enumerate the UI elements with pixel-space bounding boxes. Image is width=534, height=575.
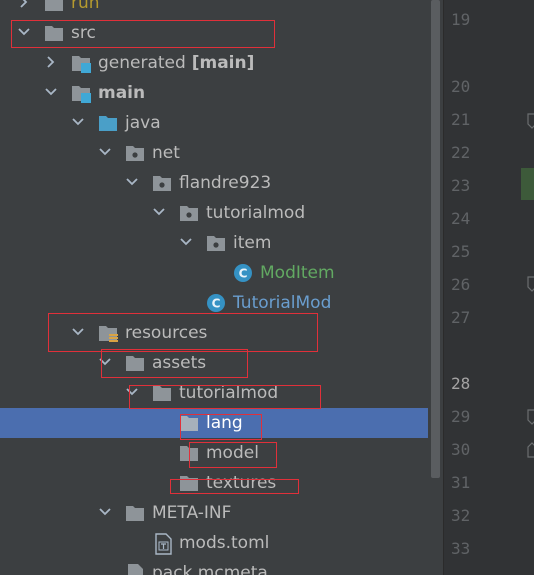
line-number: 23 <box>451 176 471 195</box>
folder-icon <box>152 383 172 403</box>
java-source-folder-icon <box>98 113 118 133</box>
line-number: 21 <box>451 110 471 129</box>
tree-label-pack-mcmeta: pack.mcmeta <box>152 563 268 575</box>
tree-row-model[interactable]: model <box>0 438 428 468</box>
tree-label-tutorialmod-class: TutorialMod <box>233 293 332 313</box>
tree-label-textures: textures <box>206 473 277 493</box>
line-number: 22 <box>451 143 471 162</box>
line-number: 29 <box>451 407 471 426</box>
resources-folder-icon <box>98 323 118 343</box>
tree-label-tutorialmod: tutorialmod <box>206 203 306 223</box>
package-icon <box>125 143 145 163</box>
class-icon: C <box>233 263 253 283</box>
chevron-down-icon[interactable] <box>124 378 142 408</box>
tree-row-java[interactable]: java <box>0 108 428 138</box>
tree-label-item: item <box>233 233 272 253</box>
tree-row-textures[interactable]: textures <box>0 468 428 498</box>
fold-icon[interactable] <box>527 276 534 297</box>
line-number: 32 <box>451 506 471 525</box>
project-tree: run src generated [main] main java net f… <box>0 0 428 575</box>
tree-label-net: net <box>152 143 180 163</box>
line-number: 31 <box>451 473 471 492</box>
chevron-down-icon[interactable] <box>70 318 88 348</box>
line-number: 25 <box>451 242 471 261</box>
folder-icon <box>125 503 145 523</box>
package-icon <box>179 203 199 223</box>
toml-file-icon <box>153 533 173 555</box>
tree-scrollbar-thumb[interactable] <box>431 0 440 478</box>
tree-row-net[interactable]: net <box>0 138 428 168</box>
chevron-down-icon[interactable] <box>97 138 115 168</box>
chevron-down-icon[interactable] <box>178 228 196 258</box>
class-badge-letter: C <box>212 297 221 311</box>
tree-label-moditem: ModItem <box>260 263 335 283</box>
folder-icon <box>179 473 199 493</box>
tree-row-tutorialmod-class[interactable]: C TutorialMod <box>0 288 428 318</box>
folder-icon <box>44 23 64 43</box>
fold-icon[interactable] <box>527 442 534 463</box>
chevron-right-icon[interactable] <box>16 0 34 18</box>
tree-row-src[interactable]: src <box>0 18 428 48</box>
tree-label-run: run <box>71 0 100 13</box>
module-folder-icon <box>71 83 91 103</box>
chevron-right-icon[interactable] <box>43 48 61 78</box>
tree-row-meta-inf[interactable]: META-INF <box>0 498 428 528</box>
tree-row-main[interactable]: main <box>0 78 428 108</box>
class-badge-letter: C <box>239 267 248 281</box>
tree-row-assets[interactable]: assets <box>0 348 428 378</box>
tree-label-generated: generated [main] <box>98 53 255 73</box>
tree-label-flandre923: flandre923 <box>179 173 272 193</box>
chevron-down-icon[interactable] <box>70 108 88 138</box>
folder-icon <box>125 353 145 373</box>
chevron-down-icon[interactable] <box>97 348 115 378</box>
tree-row-run[interactable]: run <box>0 0 428 18</box>
tree-label-tutorialmod-assets: tutorialmod <box>179 383 279 403</box>
fold-icon[interactable] <box>527 113 534 134</box>
folder-icon <box>179 413 199 433</box>
folder-icon <box>179 443 199 463</box>
change-marker[interactable] <box>521 168 534 200</box>
tree-label-lang: lang <box>206 413 243 433</box>
fold-icon[interactable] <box>527 409 534 430</box>
tree-row-generated[interactable]: generated [main] <box>0 48 428 78</box>
line-number: 27 <box>451 308 471 327</box>
tree-label-mods-toml: mods.toml <box>179 533 270 553</box>
line-number-current: 28 <box>451 374 471 393</box>
tree-row-mods-toml[interactable]: mods.toml <box>0 528 428 558</box>
tree-row-moditem[interactable]: C ModItem <box>0 258 428 288</box>
chevron-down-icon[interactable] <box>97 498 115 528</box>
tree-label-src: src <box>71 23 96 43</box>
chevron-down-icon[interactable] <box>151 198 169 228</box>
class-icon: C <box>206 293 226 313</box>
tree-label-model: model <box>206 443 259 463</box>
tree-row-tutorialmod-package[interactable]: tutorialmod <box>0 198 428 228</box>
line-number: 20 <box>451 77 471 96</box>
chevron-down-icon[interactable] <box>124 168 142 198</box>
tree-label-assets: assets <box>152 353 207 373</box>
line-number: 19 <box>451 10 471 29</box>
tree-row-tutorialmod-assets[interactable]: tutorialmod <box>0 378 428 408</box>
line-number: 26 <box>451 275 471 294</box>
tree-label-meta-inf: META-INF <box>152 503 232 523</box>
tree-label-main: main <box>98 83 146 103</box>
tree-label-resources: resources <box>125 323 208 343</box>
chevron-down-icon[interactable] <box>43 78 61 108</box>
line-number: 24 <box>451 209 471 228</box>
tree-row-flandre923[interactable]: flandre923 <box>0 168 428 198</box>
tree-row-pack-mcmeta[interactable]: pack.mcmeta <box>0 558 428 575</box>
package-icon <box>206 233 226 253</box>
source-root-folder-icon <box>71 53 91 73</box>
package-icon <box>152 173 172 193</box>
line-number: 33 <box>451 539 471 558</box>
tree-row-item[interactable]: item <box>0 228 428 258</box>
folder-icon <box>44 0 64 13</box>
tree-row-resources[interactable]: resources <box>0 318 428 348</box>
tree-label-java: java <box>125 113 161 133</box>
chevron-down-icon[interactable] <box>16 18 34 48</box>
tree-row-lang[interactable]: lang <box>0 408 428 438</box>
file-icon <box>125 563 145 575</box>
line-number: 30 <box>451 440 471 459</box>
